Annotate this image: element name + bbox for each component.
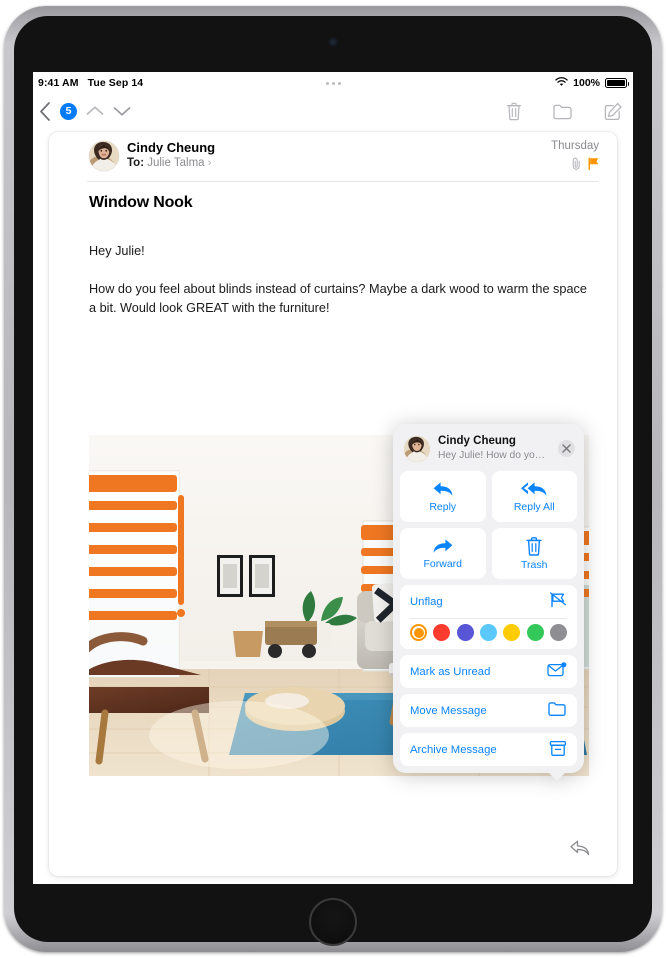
popover-avatar xyxy=(404,435,430,462)
battery-icon xyxy=(605,78,629,88)
move-message-label: Move Message xyxy=(410,704,487,717)
archive-icon xyxy=(549,740,567,760)
back-button[interactable] xyxy=(39,101,51,121)
wifi-icon xyxy=(555,76,568,90)
flag-color-gray[interactable] xyxy=(549,624,567,641)
trash-label: Trash xyxy=(521,559,548,571)
flag-color-purple[interactable] xyxy=(456,624,474,641)
reply-all-icon xyxy=(521,482,547,496)
multitask-dots-icon xyxy=(33,81,633,85)
toolbar-right-group xyxy=(506,94,623,128)
battery-percent: 100% xyxy=(573,77,600,89)
envelope-badge-icon xyxy=(547,662,567,681)
next-message-button[interactable] xyxy=(113,105,131,117)
unread-count-badge[interactable]: 5 xyxy=(60,102,77,120)
flag-color-orange[interactable] xyxy=(410,624,427,641)
flag-color-green[interactable] xyxy=(526,624,544,641)
status-bar: 9:41 AM Tue Sep 14 100% xyxy=(33,72,633,94)
mark-as-unread-row[interactable]: Mark as Unread xyxy=(400,655,577,688)
message-subject: Window Nook xyxy=(89,194,193,211)
trash-icon xyxy=(526,537,542,556)
unflag-label: Unflag xyxy=(410,595,443,608)
ipad-device: 9:41 AM Tue Sep 14 100% 5 Cindy Cheung T… xyxy=(0,0,666,958)
archive-message-row[interactable]: Archive Message xyxy=(400,733,577,766)
trash-icon[interactable] xyxy=(506,102,522,121)
archive-message-card: Archive Message xyxy=(400,733,577,766)
trash-button[interactable]: Trash xyxy=(491,528,577,579)
recipient-name: Julie Talma xyxy=(147,157,205,169)
move-message-row[interactable]: Move Message xyxy=(400,694,577,727)
popover-body: Cindy Cheung Hey Julie! How do you feel … xyxy=(393,424,584,773)
folder-icon[interactable] xyxy=(553,103,573,120)
toolbar-left-group: 5 xyxy=(39,94,131,128)
flag-icon xyxy=(588,157,599,175)
forward-button[interactable]: Forward xyxy=(400,528,486,579)
home-button[interactable] xyxy=(309,898,357,946)
mark-as-unread-label: Mark as Unread xyxy=(410,665,491,678)
popover-tail xyxy=(548,772,566,781)
mail-toolbar: 5 xyxy=(33,94,633,128)
unflag-row[interactable]: Unflag xyxy=(400,585,577,618)
to-label: To: xyxy=(127,157,145,169)
flag-color-blue[interactable] xyxy=(479,624,497,641)
unflag-icon xyxy=(549,592,567,611)
archive-message-label: Archive Message xyxy=(410,743,497,756)
sender-avatar[interactable] xyxy=(89,141,119,171)
message-date: Thursday xyxy=(551,140,599,152)
header-divider xyxy=(87,181,599,182)
popover-sender-name: Cindy Cheung xyxy=(438,435,516,447)
reply-button[interactable]: Reply xyxy=(400,471,486,522)
recipient-chevron-icon: › xyxy=(207,157,212,169)
popover-action-grid: Reply Reply All Forward Trash xyxy=(400,471,577,579)
message-paragraph: How do you feel about blinds instead of … xyxy=(89,282,587,315)
reply-all-button[interactable]: Reply All xyxy=(491,471,577,522)
front-camera xyxy=(329,38,337,46)
flag-color-red[interactable] xyxy=(433,624,451,641)
folder-icon xyxy=(548,701,567,720)
paperclip-icon xyxy=(572,157,581,175)
recipient-line[interactable]: To: Julie Talma › xyxy=(127,157,211,169)
forward-label: Forward xyxy=(423,558,462,570)
screen: 9:41 AM Tue Sep 14 100% 5 Cindy Cheung T… xyxy=(33,72,633,884)
popover-header: Cindy Cheung Hey Julie! How do you feel … xyxy=(400,431,577,471)
message-status-icons xyxy=(572,157,599,175)
move-message-card: Move Message xyxy=(400,694,577,727)
reply-icon xyxy=(433,482,453,496)
close-icon[interactable] xyxy=(558,440,575,457)
forward-icon xyxy=(433,539,453,553)
sender-name: Cindy Cheung xyxy=(127,140,216,155)
popover-preview: Hey Julie! How do you feel ab… xyxy=(438,450,550,461)
reply-arrow-icon[interactable] xyxy=(563,832,597,862)
previous-message-button[interactable] xyxy=(86,105,104,117)
reply-all-label: Reply All xyxy=(513,501,555,513)
message-greeting: Hey Julie! xyxy=(89,244,145,258)
status-bar-right: 100% xyxy=(555,76,629,90)
flag-card: Unflag xyxy=(400,585,577,649)
flag-color-swatches xyxy=(400,619,577,649)
compose-icon[interactable] xyxy=(604,102,623,121)
reply-label: Reply xyxy=(429,501,457,513)
popover-sender-block: Cindy Cheung Hey Julie! How do you feel … xyxy=(438,435,550,462)
message-header: Cindy Cheung To: Julie Talma › Thursday xyxy=(49,132,617,181)
message-actions-popover: Cindy Cheung Hey Julie! How do you feel … xyxy=(393,424,584,781)
mark-as-unread-card: Mark as Unread xyxy=(400,655,577,688)
flag-color-yellow[interactable] xyxy=(503,624,521,641)
